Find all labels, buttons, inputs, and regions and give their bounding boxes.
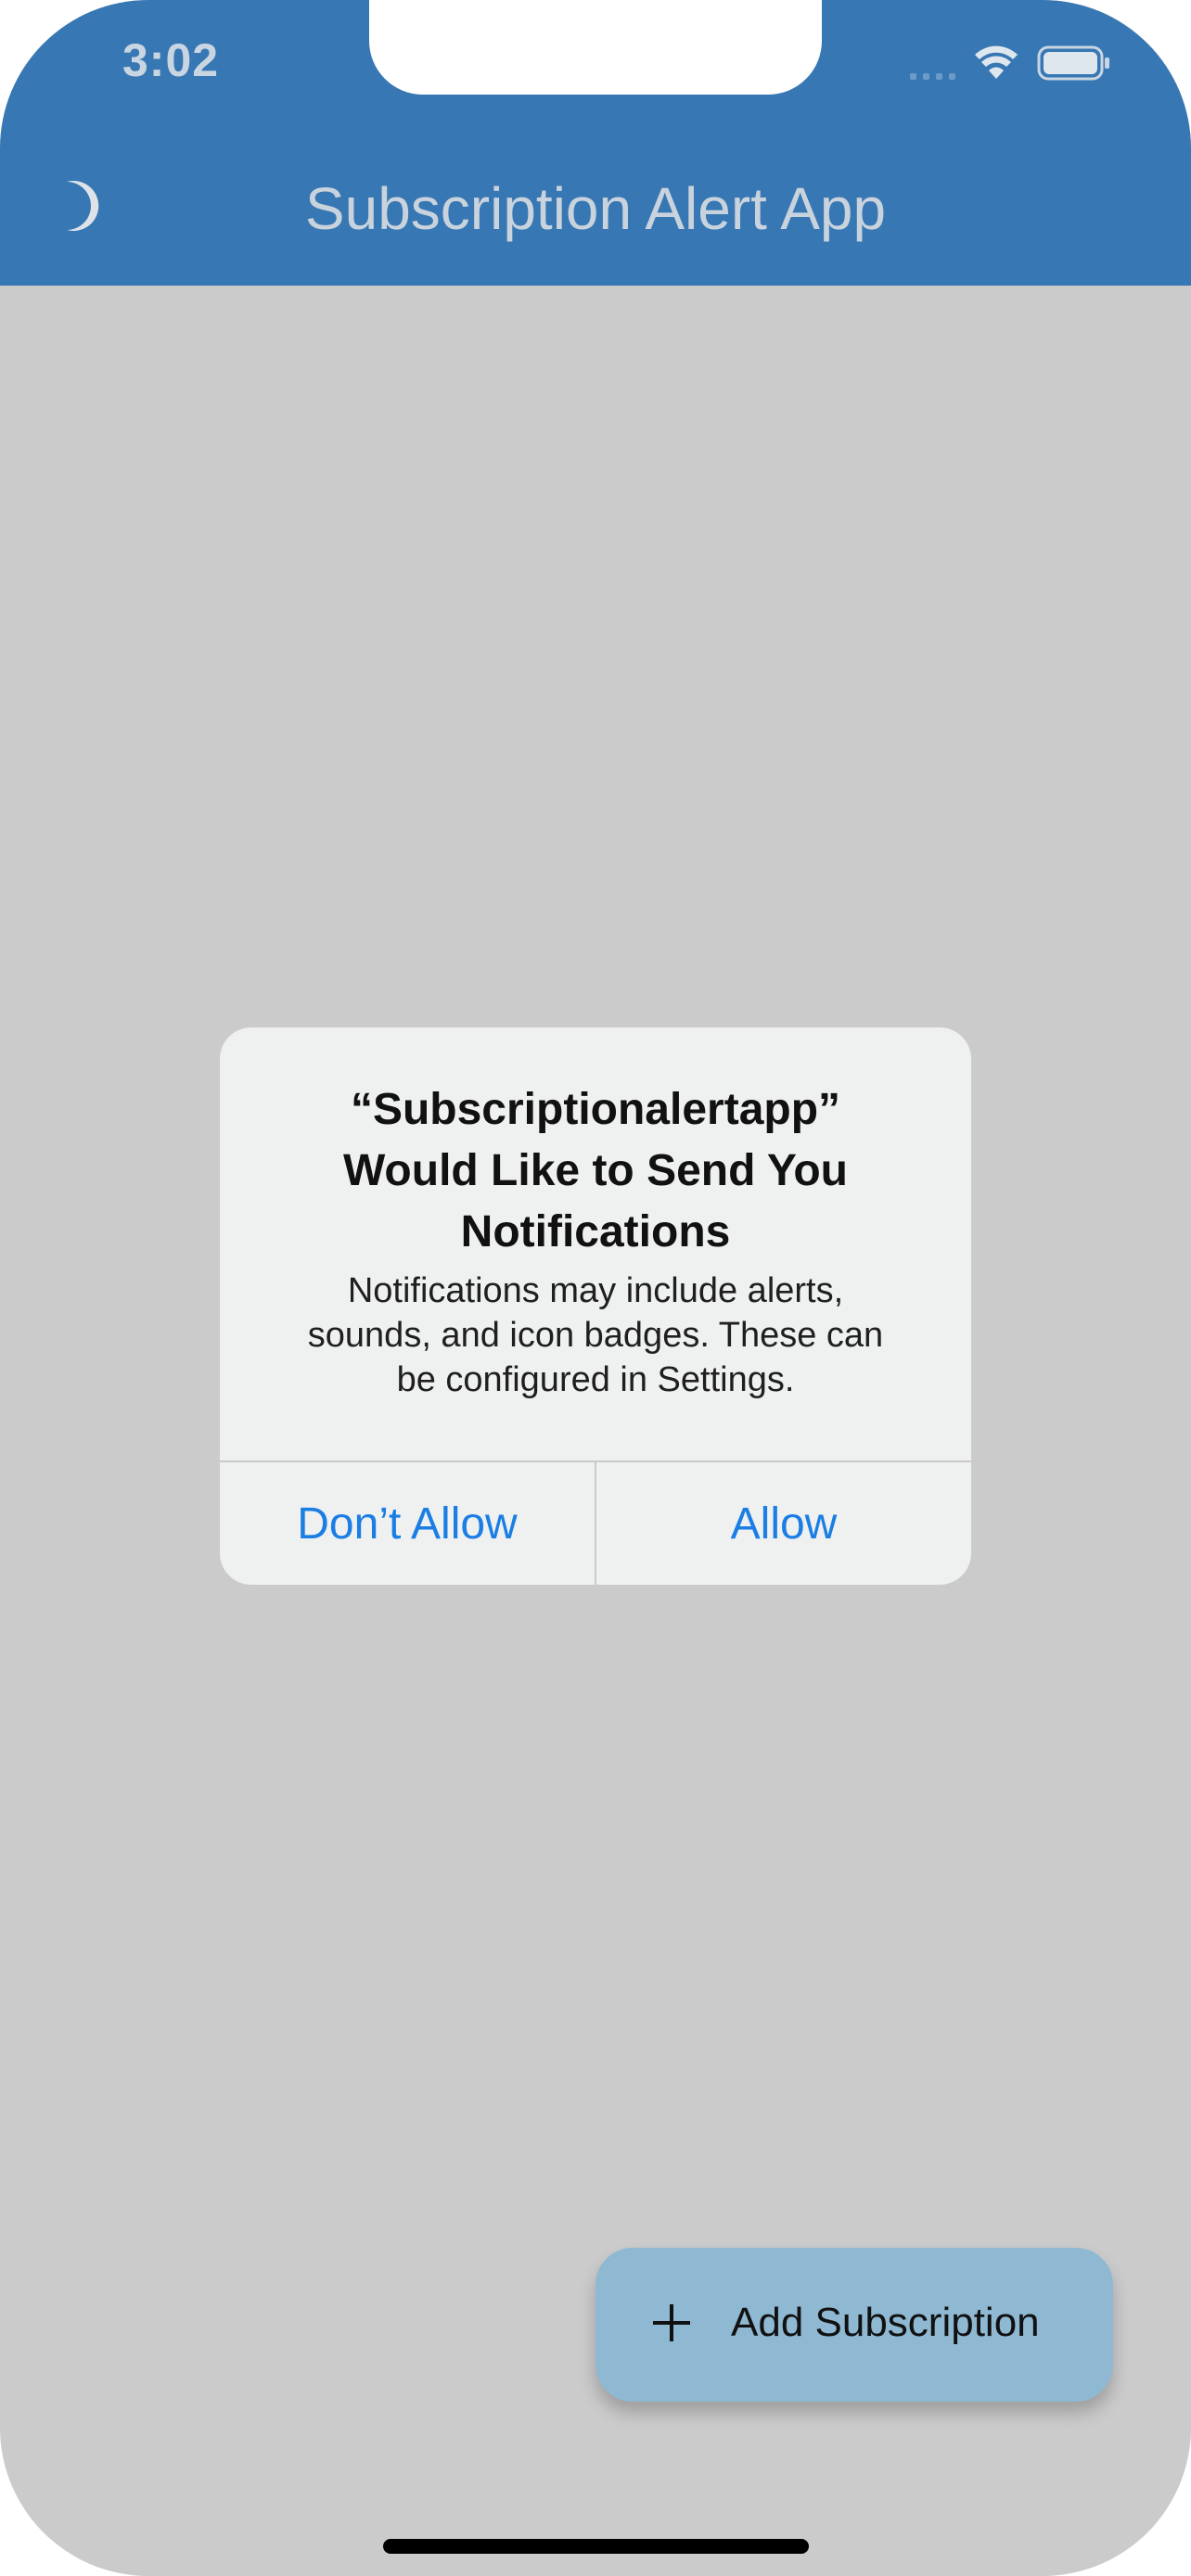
plus-icon [653,2304,690,2341]
alert-message: Notifications may include alerts, sounds… [266,1269,925,1402]
app-bar: 3:02 Subscription Alert App [0,0,1191,286]
allow-button[interactable]: Allow [596,1462,971,1585]
alert-message-line: Notifications may include alerts, [347,1271,844,1310]
phone-screen: 3:02 Subscription Alert App “Subscriptio… [0,0,1191,2576]
alert-message-line: be configured in Settings. [396,1360,795,1399]
alert-title-line: “Subscriptionalertapp” [350,1085,841,1134]
notification-permission-alert: “Subscriptionalertapp” Would Like to Sen… [220,1027,971,1585]
cellular-signal-icon [910,47,955,80]
wifi-icon [975,45,1018,79]
dont-allow-button[interactable]: Don’t Allow [220,1462,595,1585]
notch [369,0,822,95]
alert-title-line: Notifications [460,1207,731,1256]
alert-message-line: sounds, and icon badges. These can [307,1316,884,1355]
add-subscription-button[interactable]: Add Subscription [596,2248,1113,2402]
alert-title-line: Would Like to Send You [342,1146,848,1195]
alert-title: “Subscriptionalertapp” Would Like to Sen… [257,1079,934,1263]
home-indicator[interactable] [383,2539,809,2554]
status-time: 3:02 [122,34,220,86]
battery-icon [1037,45,1109,81]
app-title: Subscription Alert App [304,175,887,242]
add-subscription-label: Add Subscription [731,2300,1040,2345]
status-icons [910,45,1111,82]
